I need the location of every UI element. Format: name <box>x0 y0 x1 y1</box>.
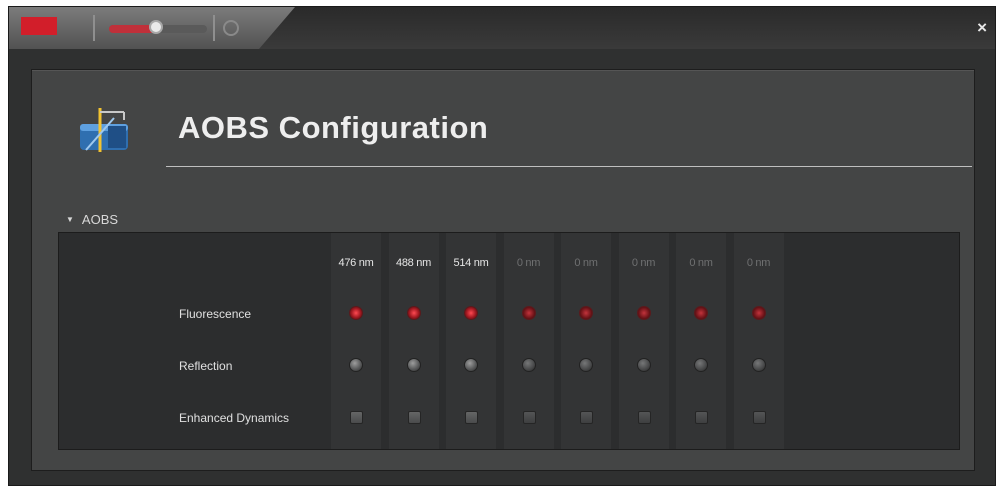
enhanced-dynamics-checkbox[interactable] <box>350 411 363 424</box>
close-button[interactable]: × <box>977 19 987 36</box>
aobs-filter-icon <box>80 108 128 152</box>
fluorescence-radio[interactable] <box>694 306 708 320</box>
enhanced-dynamics-checkbox[interactable] <box>407 411 421 424</box>
toolbar-separator <box>93 15 95 41</box>
reflection-radio[interactable] <box>521 358 536 372</box>
fluorescence-radio[interactable] <box>349 306 363 320</box>
reflection-radio[interactable] <box>464 358 478 372</box>
wavelength-label: 514 nm <box>453 257 489 269</box>
help-icon[interactable] <box>223 20 239 36</box>
row-label-reflection: Reflection <box>179 359 233 373</box>
page-title: AOBS Configuration <box>178 110 489 145</box>
row-label-enhanced-dynamics: Enhanced Dynamics <box>179 411 290 425</box>
wavelength-label: 0 nm <box>689 257 713 269</box>
reflection-radio[interactable] <box>694 358 708 372</box>
reflection-radio[interactable] <box>579 358 593 372</box>
wavelength-label: 0 nm <box>746 257 771 269</box>
wavelength-label: 476 nm <box>338 257 374 269</box>
aobs-channel-grid: 476 nm 488 nm 514 nm 0 nm 0 nm 0 nm 0 nm 0 nm F… <box>58 232 960 450</box>
configuration-panel: AOBS Configuration ▼ AOBS 476 nm 488 nm 514… <box>31 69 975 471</box>
reflection-radio[interactable] <box>406 358 421 372</box>
wavelength-label: 0 nm <box>631 257 656 269</box>
wavelength-label: 0 nm <box>574 257 598 269</box>
toolbar-tab <box>9 7 295 49</box>
enhanced-dynamics-checkbox[interactable] <box>465 411 478 424</box>
toolbar-separator <box>213 15 215 41</box>
fluorescence-radio[interactable] <box>406 306 421 320</box>
title-divider <box>166 166 972 167</box>
enhanced-dynamics-checkbox[interactable] <box>522 411 536 424</box>
section-toggle-aobs[interactable]: ▼ AOBS <box>66 212 118 227</box>
row-label-fluorescence: Fluorescence <box>179 307 252 321</box>
enhanced-dynamics-checkbox[interactable] <box>752 411 766 424</box>
enhanced-dynamics-checkbox[interactable] <box>580 411 593 424</box>
fluorescence-radio[interactable] <box>579 306 593 320</box>
reflection-radio[interactable] <box>349 358 363 372</box>
wavelength-label: 488 nm <box>396 257 431 269</box>
slider-knob[interactable] <box>149 20 163 34</box>
aobs-window: × AOBS Configuration ▼ AOBS 476 nm 488 nm 5… <box>8 6 996 486</box>
reflection-radio[interactable] <box>751 358 766 372</box>
fluorescence-radio[interactable] <box>464 306 478 320</box>
enhanced-dynamics-checkbox[interactable] <box>637 411 651 424</box>
title-bar: × <box>9 7 995 49</box>
fluorescence-radio[interactable] <box>636 306 651 320</box>
chevron-down-icon: ▼ <box>66 215 74 224</box>
fluorescence-radio[interactable] <box>521 306 536 320</box>
wavelength-label: 0 nm <box>516 257 541 269</box>
section-label: AOBS <box>81 212 119 227</box>
reflection-radio[interactable] <box>636 358 651 372</box>
fluorescence-radio[interactable] <box>751 306 766 320</box>
enhanced-dynamics-checkbox[interactable] <box>695 411 708 424</box>
leica-logo-icon <box>21 17 57 35</box>
